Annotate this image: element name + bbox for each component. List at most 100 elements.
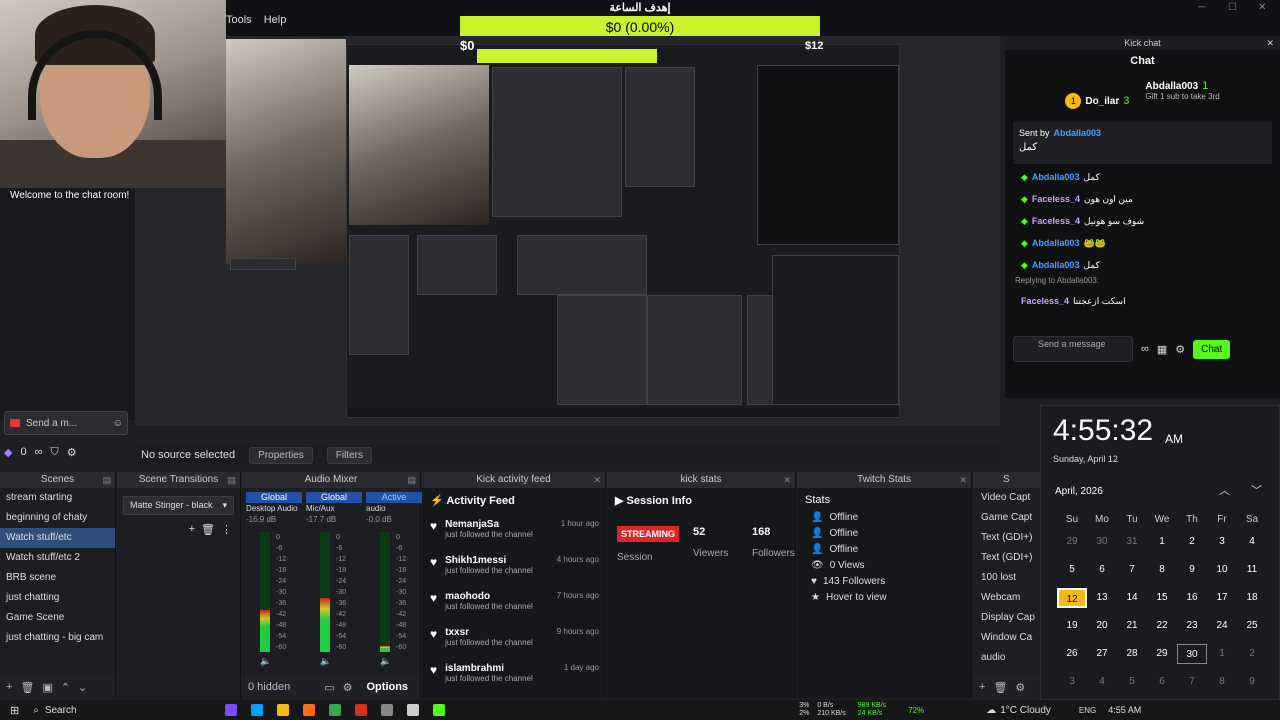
scene-item[interactable]: beginning of chaty [0,508,115,528]
calendar-day[interactable]: 31 [1117,532,1147,552]
chat-username[interactable]: Faceless_4 [1032,194,1080,204]
app-icon-chrome[interactable] [329,704,342,716]
calendar-day[interactable]: 3 [1057,672,1087,692]
gift-icon[interactable]: ◆ [4,446,12,459]
shield-icon[interactable]: ⛉ [50,446,58,459]
channel-name[interactable]: audio [366,503,422,515]
chat-username[interactable]: Faceless_4 [1032,216,1080,226]
app-icon-kick[interactable] [433,704,446,716]
chat-message[interactable]: ◆ Abdalla003 كمل [1005,166,1280,188]
app-icon-obs2[interactable] [407,704,420,716]
calendar-day[interactable]: 4 [1087,672,1117,692]
add-icon[interactable]: + [6,681,12,693]
left-send-message[interactable]: Send a m... ☺ [4,411,128,435]
chat-username[interactable]: Abdalla003 [1032,260,1080,270]
calendar-day[interactable]: 4 [1237,532,1267,552]
app-icon-store[interactable] [251,704,264,716]
infinity-icon[interactable]: ∞ [35,446,43,458]
speaker-icon[interactable]: 🔈 [260,656,271,667]
source-item[interactable]: 100 lost [973,568,1040,588]
calendar-day[interactable]: 8 [1207,672,1237,692]
calendar-day[interactable]: 16 [1177,588,1207,608]
calendar-day[interactable]: 28 [1117,644,1147,664]
app-icon-firefox[interactable] [303,704,316,716]
source-item[interactable]: Game Capt [973,508,1040,528]
volume-meter[interactable] [380,532,390,652]
more-icon[interactable]: ⋮ [221,523,232,536]
source-item[interactable]: Window Ca [973,628,1040,648]
add-source-icon[interactable]: + [979,681,985,693]
filter-icon[interactable]: ▣ [42,681,52,694]
lang[interactable]: ENG [1079,706,1096,715]
remove-transition-icon[interactable]: 🗑 [201,523,215,536]
calendar-day[interactable]: 3 [1207,532,1237,552]
menu-tools[interactable]: Tools [226,14,252,26]
close-icon[interactable]: ✕ [1266,36,1274,50]
minimize-icon[interactable]: ─ [1198,2,1205,13]
calendar-day[interactable]: 29 [1057,532,1087,552]
calendar-day[interactable]: 2 [1177,532,1207,552]
weather[interactable]: ☁ 1°C Cloudy [986,705,1051,716]
properties-button[interactable]: Properties [249,446,313,464]
scene-item[interactable]: just chatting - big cam [0,628,115,648]
emote-icon[interactable]: ∞ [1141,343,1149,355]
calendar-day[interactable]: 14 [1117,588,1147,608]
filters-button[interactable]: Filters [326,446,372,464]
month-label[interactable]: April, 2026 [1055,486,1103,497]
store-icon[interactable]: ▦ [1157,343,1167,356]
source-item[interactable]: Text (GDI+) [973,548,1040,568]
app-icon-steam[interactable] [381,704,394,716]
calendar-day[interactable]: 6 [1087,560,1117,580]
calendar-day[interactable]: 1 [1207,644,1237,664]
volume-meter[interactable] [260,532,270,652]
calendar-day[interactable]: 24 [1207,616,1237,636]
source-item[interactable]: audio [973,648,1040,668]
mixer-settings-icon[interactable]: ▭ [324,681,334,694]
scene-item[interactable]: just chatting [0,588,115,608]
source-item[interactable]: Text (GDI+) [973,528,1040,548]
app-icon-explorer[interactable] [277,704,290,716]
calendar-day[interactable]: 9 [1237,672,1267,692]
calendar-day[interactable]: 27 [1087,644,1117,664]
calendar-day[interactable]: 21 [1117,616,1147,636]
trash-icon[interactable]: 🗑 [20,681,34,694]
calendar-day[interactable]: 20 [1087,616,1117,636]
up-icon[interactable]: ⌃ [61,681,70,694]
calendar-day[interactable]: 29 [1147,644,1177,664]
calendar-day[interactable]: 5 [1057,560,1087,580]
taskbar-clock[interactable]: 4:55 AM [1108,705,1141,715]
calendar-day[interactable]: 8 [1147,560,1177,580]
scene-item[interactable]: stream starting [0,488,115,508]
next-month-icon[interactable]: ﹀ [1251,482,1262,498]
chat-input[interactable]: Send a message [1013,336,1133,362]
chat-message[interactable]: ◆ Faceless_4 مين اون هون [1005,188,1280,210]
add-transition-icon[interactable]: + [189,523,195,536]
calendar-day[interactable]: 5 [1117,672,1147,692]
windows-icon[interactable]: ⊞ [10,704,19,717]
chat-username[interactable]: Abdalla003 [1032,172,1080,182]
settings-icon[interactable]: ⚙ [1175,343,1185,356]
prev-month-icon[interactable]: ︿ [1219,482,1230,498]
calendar-day[interactable]: 30 [1087,532,1117,552]
gear-icon[interactable]: ⚙ [67,446,77,459]
remove-source-icon[interactable]: 🗑 [993,681,1007,694]
calendar-day[interactable]: 2 [1237,644,1267,664]
speaker-icon[interactable]: 🔈 [320,656,331,667]
scene-item[interactable]: BRB scene [0,568,115,588]
transition-select[interactable]: Matte Stinger - black ▾ [123,496,234,515]
calendar-day[interactable]: 11 [1237,560,1267,580]
emoji-icon[interactable]: ☺ [113,418,123,429]
options-button[interactable]: Options [367,681,409,693]
close-icon[interactable]: ✕ [959,472,967,488]
source-settings-icon[interactable]: ⚙ [1015,681,1025,694]
calendar-day[interactable]: 1 [1147,532,1177,552]
app-icon-obs[interactable] [225,704,238,716]
calendar-day[interactable]: 10 [1207,560,1237,580]
close-icon[interactable]: ✕ [783,472,791,488]
calendar-day[interactable]: 7 [1117,560,1147,580]
scene-item[interactable]: Game Scene [0,608,115,628]
maximize-icon[interactable]: ☐ [1228,2,1237,13]
down-icon[interactable]: ⌄ [78,681,87,694]
calendar-day[interactable]: 26 [1057,644,1087,664]
chat-message[interactable]: ◆ Faceless_4 شوف سو هونيل [1005,210,1280,232]
